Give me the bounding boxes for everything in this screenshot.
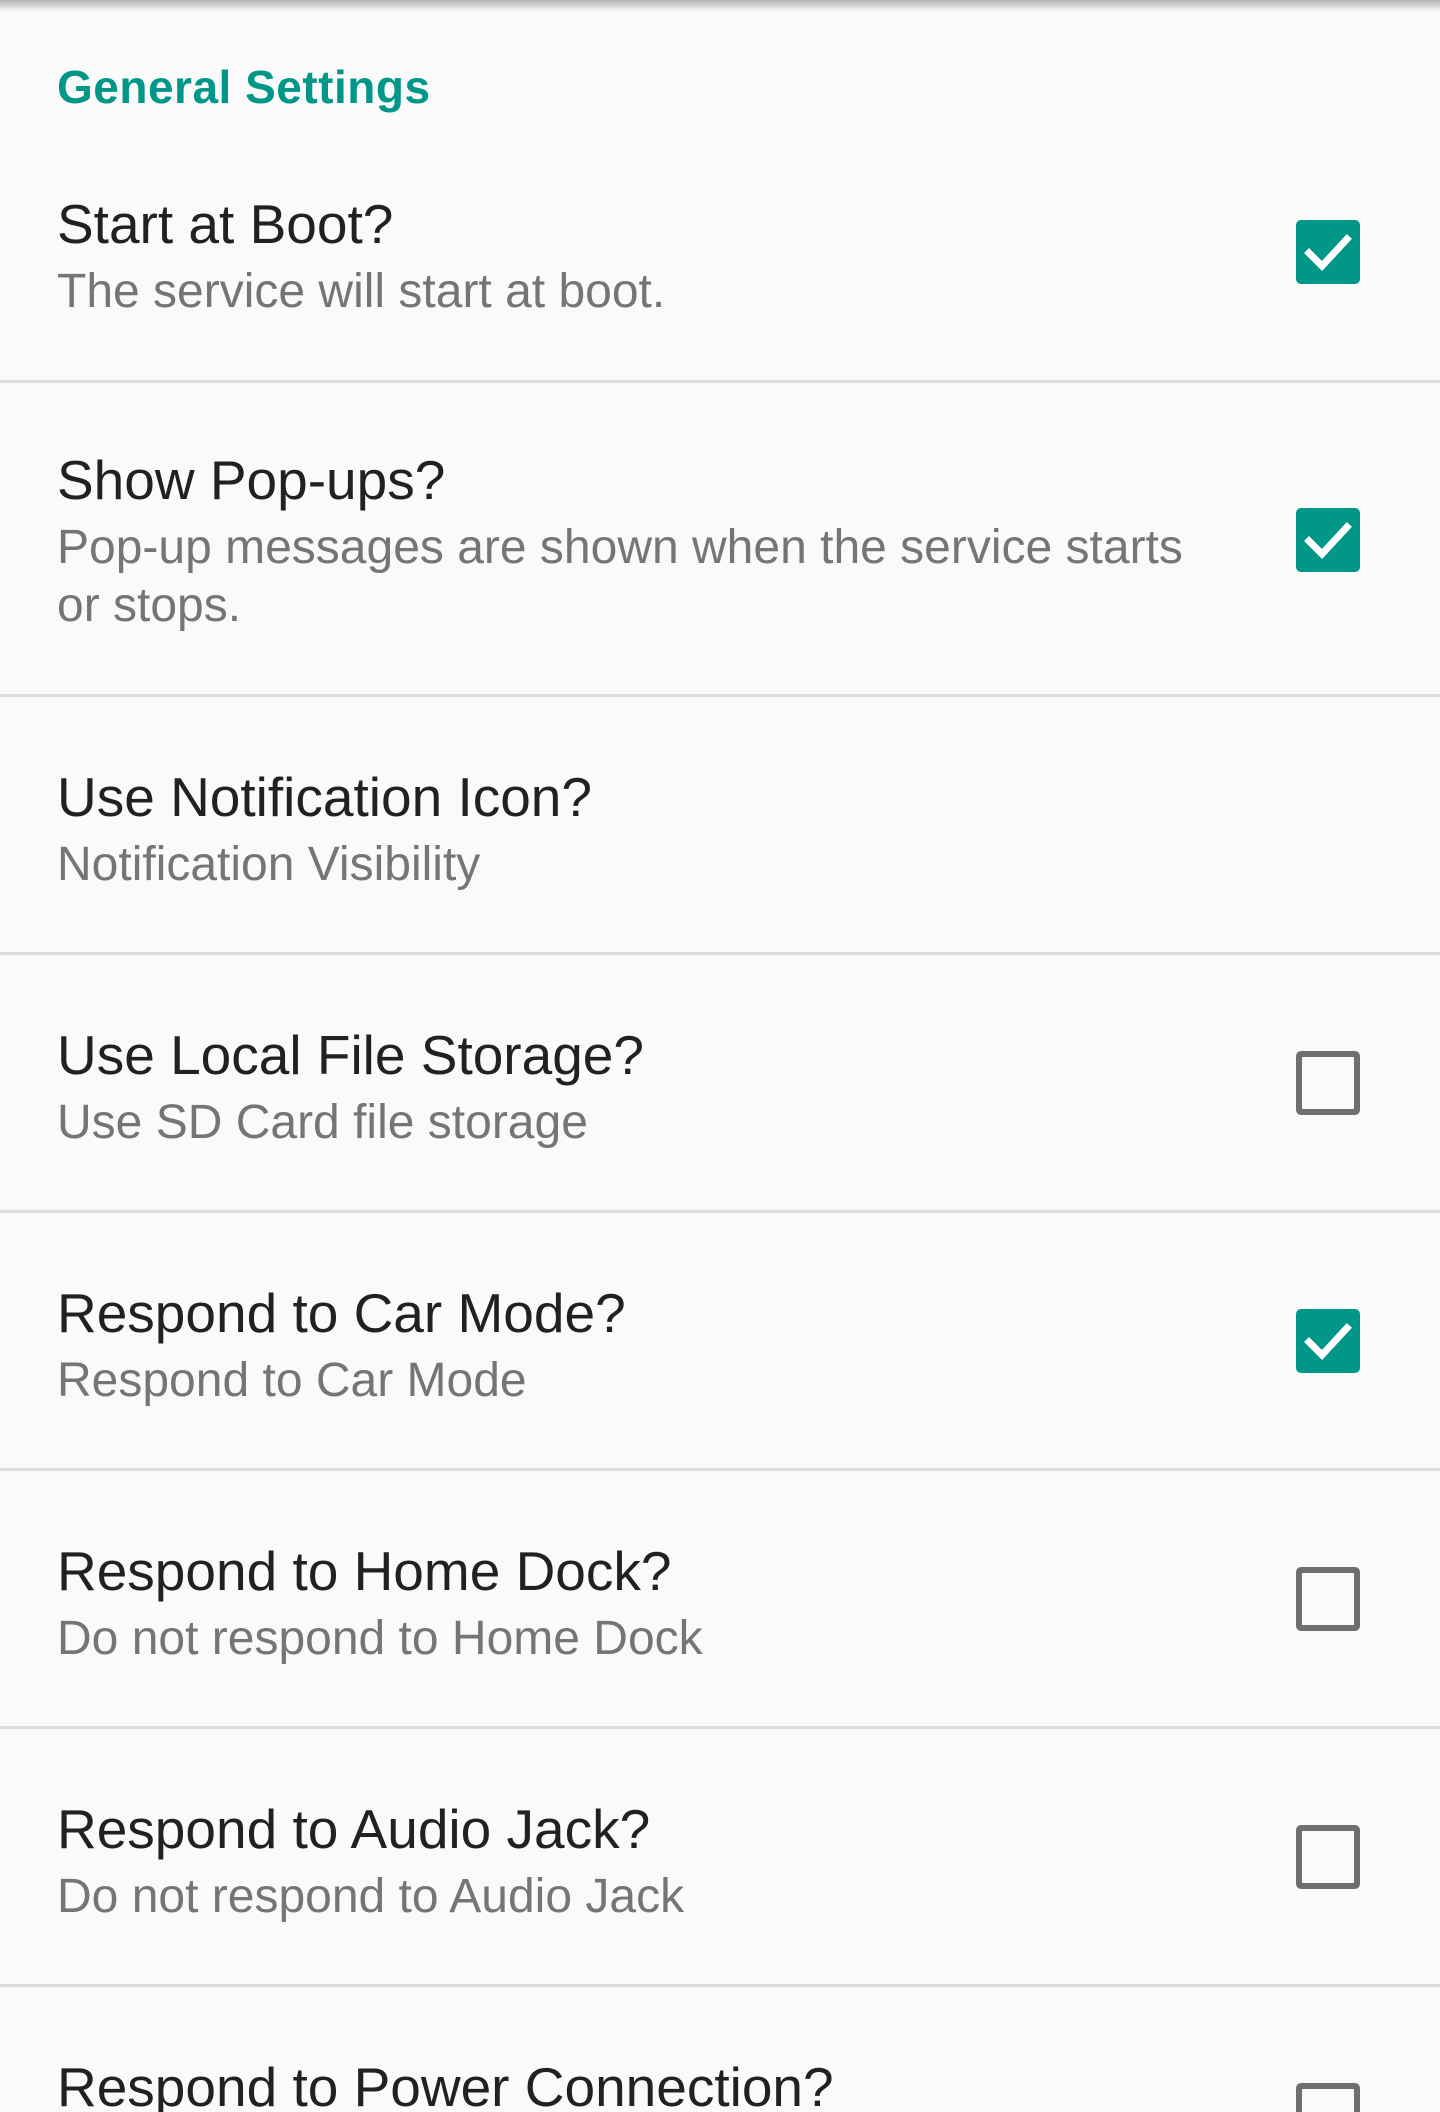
setting-respond-audio-jack[interactable]: Respond to Audio Jack? Do not respond to… (0, 1729, 1440, 1987)
setting-respond-power-connection[interactable]: Respond to Power Connection? (0, 1987, 1440, 2112)
section-header-general: General Settings (57, 61, 431, 113)
check-icon (1304, 1323, 1352, 1361)
setting-use-notification-icon[interactable]: Use Notification Icon? Notification Visi… (0, 697, 1440, 955)
setting-respond-home-dock[interactable]: Respond to Home Dock? Do not respond to … (0, 1471, 1440, 1729)
respond-audio-jack-checkbox[interactable] (1296, 1825, 1360, 1889)
setting-start-at-boot[interactable]: Start at Boot? The service will start at… (0, 150, 1440, 383)
setting-title: Respond to Car Mode? (57, 1282, 626, 1344)
setting-summary: Do not respond to Audio Jack (57, 1870, 685, 1923)
respond-power-connection-checkbox[interactable] (1296, 2083, 1360, 2112)
check-icon (1304, 522, 1352, 560)
setting-title: Use Notification Icon? (57, 766, 592, 828)
setting-summary: Do not respond to Home Dock (57, 1612, 703, 1665)
use-local-file-storage-checkbox[interactable] (1296, 1051, 1360, 1115)
setting-summary: The service will start at boot. (57, 265, 666, 318)
setting-use-local-file-storage[interactable]: Use Local File Storage? Use SD Card file… (0, 955, 1440, 1213)
setting-title: Respond to Power Connection? (57, 2056, 834, 2112)
respond-home-dock-checkbox[interactable] (1296, 1567, 1360, 1631)
settings-list: Start at Boot? The service will start at… (0, 150, 1440, 2112)
show-popups-checkbox[interactable] (1296, 508, 1360, 572)
setting-respond-car-mode[interactable]: Respond to Car Mode? Respond to Car Mode (0, 1213, 1440, 1471)
setting-summary: Use SD Card file storage (57, 1096, 588, 1149)
setting-title: Start at Boot? (57, 193, 394, 255)
setting-summary: Notification Visibility (57, 838, 481, 891)
setting-title: Use Local File Storage? (57, 1024, 644, 1086)
setting-summary: Pop-up messages are shown when the servi… (57, 521, 1183, 632)
settings-screen: General Settings Start at Boot? The serv… (0, 0, 1440, 2112)
setting-summary: Respond to Car Mode (57, 1354, 527, 1407)
setting-title: Respond to Audio Jack? (57, 1798, 651, 1860)
setting-title: Show Pop-ups? (57, 449, 446, 511)
check-icon (1304, 234, 1352, 272)
setting-show-popups[interactable]: Show Pop-ups? Pop-up messages are shown … (0, 383, 1440, 697)
toolbar-shadow (0, 0, 1440, 12)
start-at-boot-checkbox[interactable] (1296, 220, 1360, 284)
respond-car-mode-checkbox[interactable] (1296, 1309, 1360, 1373)
setting-title: Respond to Home Dock? (57, 1540, 672, 1602)
